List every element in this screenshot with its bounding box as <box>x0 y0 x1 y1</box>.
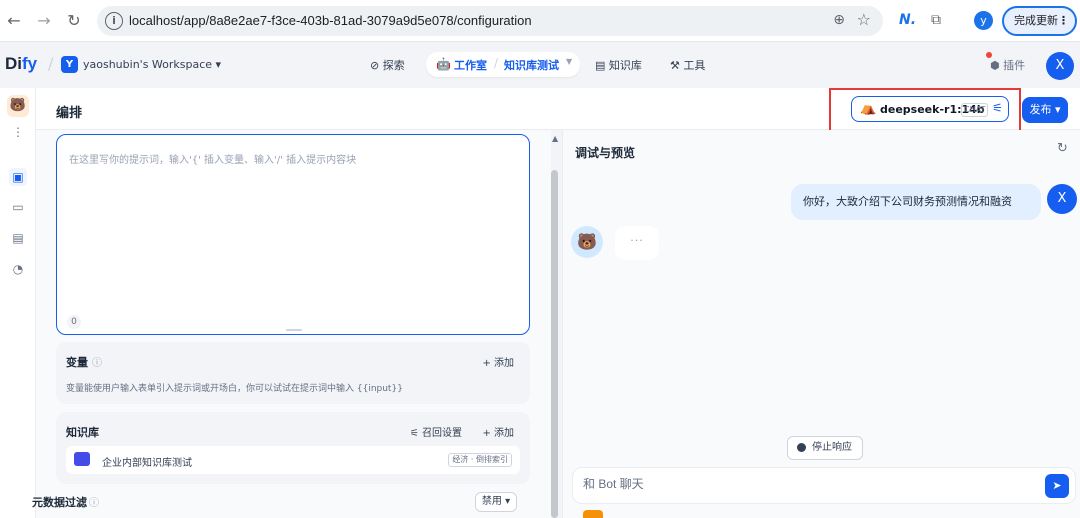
metadata-filter-select[interactable]: 禁用 ▾ <box>475 492 517 512</box>
nav-tools[interactable]: ⚒ 工具 <box>670 57 705 73</box>
app-header: Dify / Y yaoshubin's Workspace ▾ ⊘ 探索 🤖 … <box>0 42 1080 88</box>
config-panel: 在这里写你的提示词，输入'{' 插入变量、输入'/' 插入提示内容块 0 变量 ⓘ… <box>36 130 552 518</box>
plugins-button[interactable]: ⬢ 插件 <box>986 52 1026 73</box>
browser-toolbar: ← → ↻ i localhost/app/8a8e2ae7-f3ce-403b… <box>0 0 1080 42</box>
variables-section: 变量 ⓘ + 添加 变量能使用户输入表单引入提示词或开场白，你可以试试在提示词中输… <box>56 342 530 404</box>
more-menu-icon: ⋮ <box>1058 14 1069 27</box>
logo-prefix: Di <box>5 54 22 73</box>
page-title: 编排 <box>56 106 83 121</box>
cube-icon: ⬢ <box>990 59 1000 72</box>
metadata-filter-title: 元数据过滤 ⓘ <box>32 494 99 510</box>
variables-title: 变量 ⓘ <box>66 354 102 370</box>
debug-preview-panel: 调试与预览 ↻ 你好，大致介绍下公司财务预测情况和融资 X 🐻 ··· 停止响应… <box>562 130 1080 518</box>
chat-input-box[interactable]: ➤ <box>572 467 1076 504</box>
monitor-icon[interactable]: ◔ <box>9 260 27 278</box>
metadata-select-value: 禁用 <box>481 496 502 507</box>
update-button[interactable]: 完成更新 ⋮ <box>1002 6 1077 36</box>
chat-input[interactable] <box>583 477 1003 491</box>
extension-n-icon[interactable]: N. <box>899 12 916 28</box>
resize-handle[interactable] <box>286 329 302 331</box>
settings-sliders-icon: ⚟ <box>409 428 419 439</box>
nav-knowledge[interactable]: ▤ 知识库 <box>595 57 642 73</box>
add-knowledge-button[interactable]: + 添加 <box>482 424 514 439</box>
variables-description: 变量能使用户输入表单引入提示词或开场白，你可以试试在提示词中输入 {{input… <box>66 384 403 394</box>
plugins-label: 插件 <box>1003 59 1026 72</box>
workspace-badge[interactable]: Y <box>61 56 78 73</box>
collapse-icon[interactable]: ⋮ <box>9 123 27 141</box>
variables-title-text: 变量 <box>66 356 88 369</box>
profile-avatar[interactable]: y <box>974 11 993 30</box>
stop-icon <box>797 443 806 452</box>
book-icon: ▤ <box>595 59 606 72</box>
token-count: 0 <box>67 315 81 329</box>
stop-label: 停止响应 <box>812 442 852 453</box>
knowledge-title: 知识库 <box>66 426 99 439</box>
dify-logo[interactable]: Dify <box>5 54 37 74</box>
prompt-editor[interactable]: 在这里写你的提示词，输入'{' 插入变量、输入'/' 插入提示内容块 0 <box>56 134 530 335</box>
nav-knowledge-label: 知识库 <box>608 59 642 72</box>
orchestrate-icon[interactable]: ▣ <box>9 168 27 186</box>
back-arrow-icon[interactable]: ← <box>4 11 24 31</box>
app-bot-icon[interactable]: 🐻 <box>7 95 29 117</box>
knowledge-item-name: 企业内部知识库测试 <box>102 458 192 469</box>
zoom-icon[interactable]: ⊕ <box>833 12 845 28</box>
logo-accent: fy <box>22 54 38 73</box>
nav-separator: / <box>494 56 499 70</box>
robot-icon: 🤖 <box>436 57 451 71</box>
forward-arrow-icon[interactable]: → <box>34 11 54 31</box>
user-avatar[interactable]: X <box>1046 52 1074 80</box>
tools-icon: ⚒ <box>670 59 680 72</box>
metadata-title-text: 元数据过滤 <box>32 496 87 509</box>
url-text: localhost/app/8a8e2ae7-f3ce-403b-81ad-30… <box>129 13 532 28</box>
extensions-puzzle-icon[interactable]: ⧉ <box>931 12 941 28</box>
nav-explore-label: 探索 <box>382 59 405 72</box>
current-app-name[interactable]: 知识库测试 <box>504 57 559 73</box>
highlight-box <box>829 88 1021 133</box>
recall-settings-button[interactable]: ⚟ 召回设置 <box>410 424 462 439</box>
add-variable-button[interactable]: + 添加 <box>482 354 514 369</box>
update-label: 完成更新 <box>1014 14 1058 27</box>
refresh-icon[interactable]: ↻ <box>1057 141 1068 156</box>
feature-icon <box>583 510 603 518</box>
user-avatar: X <box>1047 184 1077 214</box>
terminal-icon[interactable]: ▭ <box>9 198 27 216</box>
bot-avatar: 🐻 <box>571 226 603 258</box>
send-button[interactable]: ➤ <box>1045 474 1069 498</box>
notification-dot <box>986 52 992 58</box>
nav-studio[interactable]: 🤖 工作室 / 知识库测试 ▼ <box>426 52 580 77</box>
nav-tools-label: 工具 <box>683 59 706 72</box>
index-badge: 经济 · 倒排索引 <box>448 453 512 467</box>
recall-settings-label: 召回设置 <box>422 428 462 439</box>
left-icon-rail: 🐻 ⋮ ▣ ▭ ▤ ◔ <box>0 88 36 518</box>
nav-explore[interactable]: ⊘ 探索 <box>370 57 405 73</box>
scroll-up-arrow-icon[interactable]: ▲ <box>552 134 558 143</box>
knowledge-item[interactable]: 企业内部知识库测试 经济 · 倒排索引 <box>66 446 520 474</box>
help-icon[interactable]: ⓘ <box>89 498 99 509</box>
nav-studio-label: 工作室 <box>454 59 487 72</box>
bot-typing-indicator: ··· <box>615 226 659 260</box>
chevron-down-icon[interactable]: ▼ <box>566 57 572 66</box>
compass-icon: ⊘ <box>370 59 380 72</box>
knowledge-section: 知识库 ⚟ 召回设置 + 添加 企业内部知识库测试 经济 · 倒排索引 <box>56 412 530 484</box>
prompt-placeholder: 在这里写你的提示词，输入'{' 插入变量、输入'/' 插入提示内容块 <box>69 155 357 166</box>
publish-button[interactable]: 发布 ▾ <box>1022 97 1068 123</box>
user-message: 你好，大致介绍下公司财务预测情况和融资 <box>791 184 1041 220</box>
help-icon[interactable]: ⓘ <box>92 358 102 369</box>
scrollbar-thumb[interactable] <box>551 170 558 518</box>
logs-icon[interactable]: ▤ <box>9 229 27 247</box>
workspace-selector[interactable]: yaoshubin's Workspace ▾ <box>83 58 221 71</box>
debug-title: 调试与预览 <box>575 146 636 160</box>
divider: / <box>48 54 54 73</box>
publish-label: 发布 <box>1029 103 1052 116</box>
stop-response-button[interactable]: 停止响应 <box>787 436 863 460</box>
bookmark-star-icon[interactable]: ☆ <box>857 10 871 29</box>
reload-icon[interactable]: ↻ <box>64 11 84 31</box>
workspace-name: yaoshubin's Workspace <box>83 58 213 71</box>
folder-icon <box>74 452 90 466</box>
site-info-icon[interactable]: i <box>105 12 123 30</box>
address-bar[interactable]: i localhost/app/8a8e2ae7-f3ce-403b-81ad-… <box>97 6 883 36</box>
